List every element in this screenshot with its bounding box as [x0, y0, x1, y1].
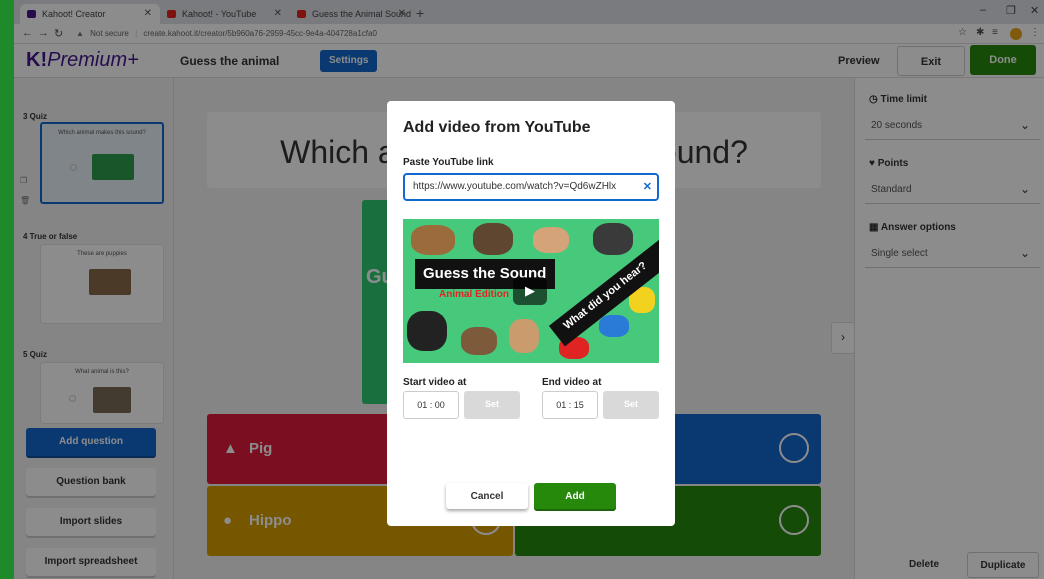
video-preview[interactable]: Guess the Sound Animal Edition What did … [403, 219, 659, 363]
set-end-button[interactable]: Set [603, 391, 659, 419]
animal-image [509, 319, 539, 353]
start-time-input[interactable]: 01 : 00 [403, 391, 459, 419]
animal-image [411, 225, 455, 255]
animal-image [473, 223, 513, 255]
add-video-dialog: Add video from YouTube Paste YouTube lin… [387, 101, 675, 526]
animal-image [461, 327, 497, 355]
animal-image [533, 227, 569, 253]
play-icon[interactable]: ▶ [513, 277, 547, 305]
end-time-input[interactable]: 01 : 15 [542, 391, 598, 419]
set-start-button[interactable]: Set [464, 391, 520, 419]
animal-image [407, 311, 447, 351]
cancel-button[interactable]: Cancel [446, 483, 528, 509]
youtube-link-input[interactable]: https://www.youtube.com/watch?v=Qd6wZHlx… [403, 173, 659, 201]
add-button[interactable]: Add [534, 483, 616, 509]
youtube-link-value: https://www.youtube.com/watch?v=Qd6wZHlx [413, 181, 617, 192]
animal-image [593, 223, 633, 255]
start-label: Start video at [403, 377, 467, 388]
dialog-title: Add video from YouTube [403, 119, 591, 136]
animal-image [599, 315, 629, 337]
end-label: End video at [542, 377, 602, 388]
app-window: Kahoot! Creator ✕ Kahoot! - YouTube ✕ Gu… [14, 0, 1044, 579]
video-subtitle: Animal Edition [439, 289, 509, 300]
link-label: Paste YouTube link [403, 157, 494, 168]
clear-icon[interactable]: ✕ [643, 180, 652, 193]
